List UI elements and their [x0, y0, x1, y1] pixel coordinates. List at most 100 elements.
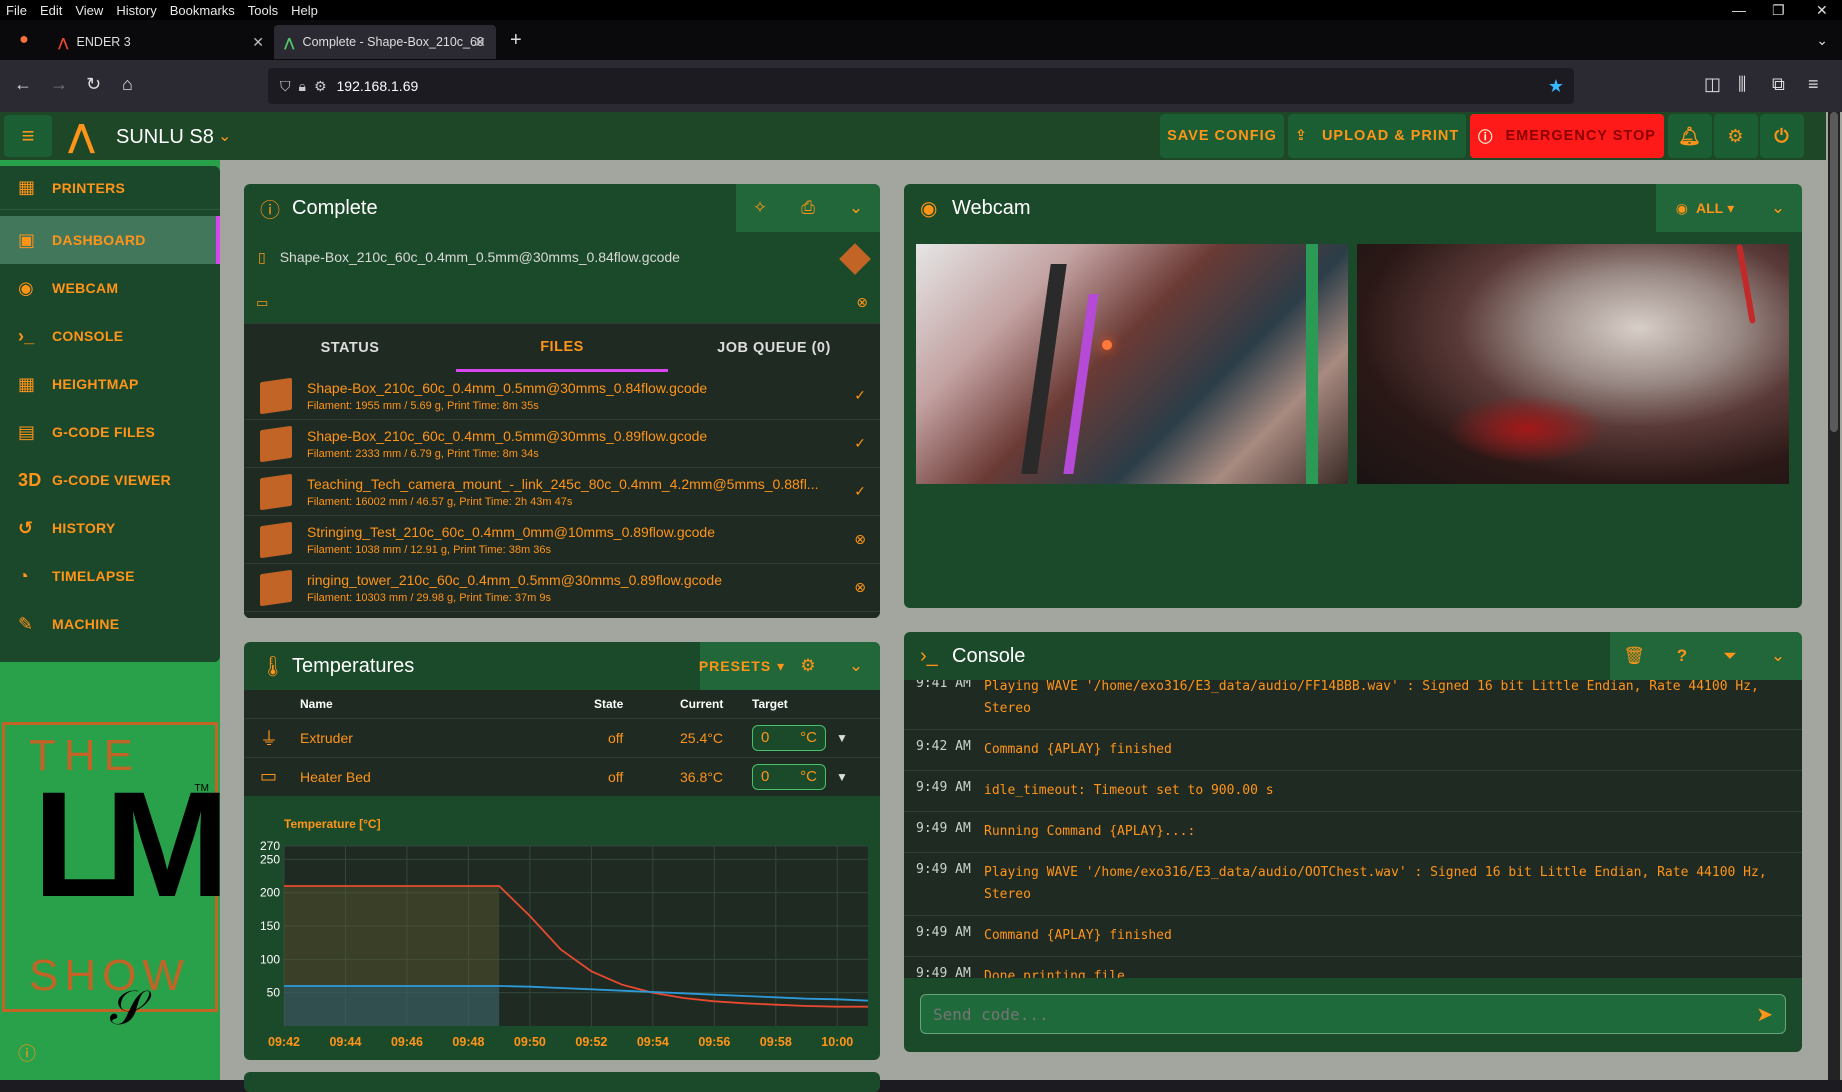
- sidebar-item-printers[interactable]: ▦ PRINTERS: [0, 166, 220, 210]
- webcam-feed-1: [916, 244, 1348, 484]
- chevron-down-icon[interactable]: ⌄: [218, 126, 231, 146]
- collapse-chevron-icon[interactable]: ⌄: [832, 184, 880, 232]
- close-icon[interactable]: ✕: [252, 34, 264, 51]
- help-icon[interactable]: ?: [1658, 632, 1706, 680]
- sidebar-item-heightmap[interactable]: ▦ HEIGHTMAP: [0, 360, 220, 408]
- upload-print-button[interactable]: ⇪ UPLOAD & PRINT: [1288, 114, 1466, 158]
- printer-icon[interactable]: ⎙: [784, 184, 832, 232]
- collapse-chevron-icon[interactable]: ⌄: [1754, 632, 1802, 680]
- console-input[interactable]: [933, 1004, 1757, 1024]
- target-temp-input[interactable]: 0 °C: [752, 724, 826, 751]
- bookmark-star-icon[interactable]: ★: [1548, 76, 1564, 97]
- page-scrollbar[interactable]: [1828, 112, 1840, 1080]
- file-icon: ▯: [258, 248, 266, 265]
- collapse-chevron-icon[interactable]: ⌄: [832, 642, 880, 690]
- new-tab-icon[interactable]: +: [510, 29, 522, 52]
- save-config-button[interactable]: SAVE CONFIG: [1160, 114, 1284, 158]
- menu-bookmarks[interactable]: Bookmarks: [164, 3, 242, 18]
- file-row[interactable]: ringing_tower_210c_60c_0.4mm_0.5mm@30mms…: [244, 564, 880, 612]
- emergency-stop-button[interactable]: ⓘ EMERGENCY STOP: [1470, 114, 1664, 158]
- collapse-chevron-icon[interactable]: ⌄: [1754, 184, 1802, 232]
- console-input-box[interactable]: ➤: [920, 994, 1786, 1034]
- tab-complete[interactable]: ⋀ Complete - Shape-Box_210c_60 ✕: [274, 25, 496, 59]
- clear-icon[interactable]: ✧: [736, 184, 784, 232]
- x-tick-label: 09:52: [575, 1035, 607, 1049]
- url-bar[interactable]: ⛉ 🔒︎ ⚙ 192.168.1.69 ★: [268, 68, 1574, 104]
- back-icon[interactable]: ←: [14, 74, 32, 95]
- file-row[interactable]: Teaching_Tech_camera_mount_-_link_245c_8…: [244, 468, 880, 516]
- close-window-icon[interactable]: ✕: [1810, 2, 1835, 19]
- menu-toggle-button[interactable]: ≡: [4, 115, 52, 157]
- webcam-filter-button[interactable]: ◉ ALL ▾: [1656, 184, 1754, 232]
- webcam-icon: ◉: [920, 197, 938, 220]
- file-name: Teaching_Tech_camera_mount_-_link_245c_8…: [307, 475, 819, 492]
- scrollbar-thumb[interactable]: [1830, 112, 1838, 432]
- filter-icon[interactable]: ⏷: [1706, 632, 1754, 680]
- bell-icon[interactable]: 🔔︎: [1668, 114, 1712, 158]
- sidebar-item-g-code-viewer[interactable]: 3D G-CODE VIEWER: [0, 456, 220, 504]
- menu-history[interactable]: History: [110, 3, 163, 18]
- minimize-icon[interactable]: —: [1726, 2, 1753, 18]
- dropdown-arrow-icon[interactable]: ▼: [836, 770, 848, 784]
- pocket-icon[interactable]: ◫: [1704, 74, 1721, 95]
- tab-status[interactable]: STATUS: [244, 324, 456, 372]
- dropdown-arrow-icon[interactable]: ▼: [836, 731, 848, 745]
- sidebar-item-icon: ◔: [18, 565, 30, 586]
- sidebar-item-history[interactable]: ↺ HISTORY: [0, 504, 220, 552]
- printer-name[interactable]: SUNLU S8: [116, 126, 214, 149]
- sidebar-item-dashboard[interactable]: ▣ DASHBOARD: [0, 216, 220, 264]
- menu-view[interactable]: View: [69, 3, 110, 18]
- file-row[interactable]: Shape-Box_210c_60c_0.4mm_0.5mm@30mms_0.8…: [244, 420, 880, 468]
- extensions-icon[interactable]: ⧉: [1772, 74, 1785, 95]
- x-tick-label: 09:50: [514, 1035, 546, 1049]
- tab-files[interactable]: FILES: [456, 324, 668, 372]
- file-meta: Filament: 1955 mm / 5.69 g, Print Time: …: [307, 399, 539, 412]
- settings-gear-icon[interactable]: ⚙: [1714, 114, 1758, 158]
- list-tabs-icon[interactable]: ⌄: [1816, 32, 1828, 49]
- file-thumbnail: [260, 425, 292, 462]
- mainsail-logo-icon: ⋀: [68, 118, 95, 154]
- menu-edit[interactable]: Edit: [34, 3, 69, 18]
- printer-frame-shape: [1063, 294, 1099, 474]
- tab-ender3[interactable]: ⋀ ENDER 3 ✕: [48, 25, 274, 59]
- power-icon[interactable]: ⏻: [1760, 114, 1804, 158]
- heater-bed-icon: ▭: [244, 756, 300, 796]
- heater-current: 36.8°C: [680, 756, 752, 796]
- sidebar-item-console[interactable]: ›_ CONSOLE: [0, 312, 220, 360]
- close-circle-icon[interactable]: ⊗: [856, 294, 868, 311]
- menu-file[interactable]: File: [0, 3, 34, 18]
- sidebar-item-webcam[interactable]: ◉ WEBCAM: [0, 264, 220, 312]
- heater-current: 25.4°C: [680, 717, 752, 757]
- sidebar-item-label: G-CODE VIEWER: [52, 472, 172, 488]
- help-icon[interactable]: ⓘ: [18, 1040, 36, 1066]
- console-time: 9:49 AM: [916, 966, 971, 978]
- trash-icon[interactable]: 🗑︎: [1610, 632, 1658, 680]
- file-row[interactable]: Stringing_Test_210c_60c_0.4mm_0mm@10mms_…: [244, 516, 880, 564]
- app-top-bar: ≡ ⋀ SUNLU S8 ⌄ SAVE CONFIG ⇪ UPLOAD & PRI…: [0, 112, 1826, 160]
- sidebar-item-machine[interactable]: ✎ MACHINE: [0, 600, 220, 648]
- send-icon[interactable]: ➤: [1756, 1002, 1773, 1027]
- home-icon[interactable]: ⌂: [122, 74, 133, 95]
- printer-frame-shape: [1306, 244, 1318, 484]
- extruder-icon: ⏚: [244, 717, 300, 757]
- file-row[interactable]: Shape-Box_210c_60c_0.4mm_0.5mm@30mms_0.8…: [244, 372, 880, 420]
- sidebar-item-icon: ▤: [18, 421, 36, 442]
- temperature-chart: Temperature [°C] 50 100 150 200 250270 09:42 09…: [260, 817, 869, 1049]
- restore-icon[interactable]: ❐: [1766, 2, 1792, 19]
- sidebar-item-icon: ↺: [18, 517, 34, 538]
- menu-tools[interactable]: Tools: [242, 3, 285, 18]
- target-temp-input[interactable]: 0 °C: [752, 763, 826, 790]
- close-icon[interactable]: ✕: [474, 34, 486, 51]
- sidebar-item-g-code-files[interactable]: ▤ G-CODE FILES: [0, 408, 220, 456]
- reload-icon[interactable]: ↻: [86, 74, 101, 95]
- sidebar-item-timelapse[interactable]: ◔ TIMELAPSE: [0, 552, 220, 600]
- menu-help[interactable]: Help: [285, 3, 325, 18]
- library-icon[interactable]: ⫼: [1738, 74, 1746, 95]
- console-title: Console: [952, 644, 1026, 667]
- presets-button[interactable]: PRESETS ▾: [699, 642, 784, 690]
- tab-job-queue[interactable]: JOB QUEUE (0): [668, 324, 880, 372]
- settings-gear-icon[interactable]: ⚙: [784, 642, 832, 690]
- sidebar: ▦ PRINTERS ▣ DASHBOARD ◉ WEBCAM ›_ CONSOLE ▦ HEIG…: [0, 160, 230, 1080]
- app-menu-icon[interactable]: ≡: [1808, 74, 1819, 95]
- forward-icon[interactable]: →: [50, 74, 68, 95]
